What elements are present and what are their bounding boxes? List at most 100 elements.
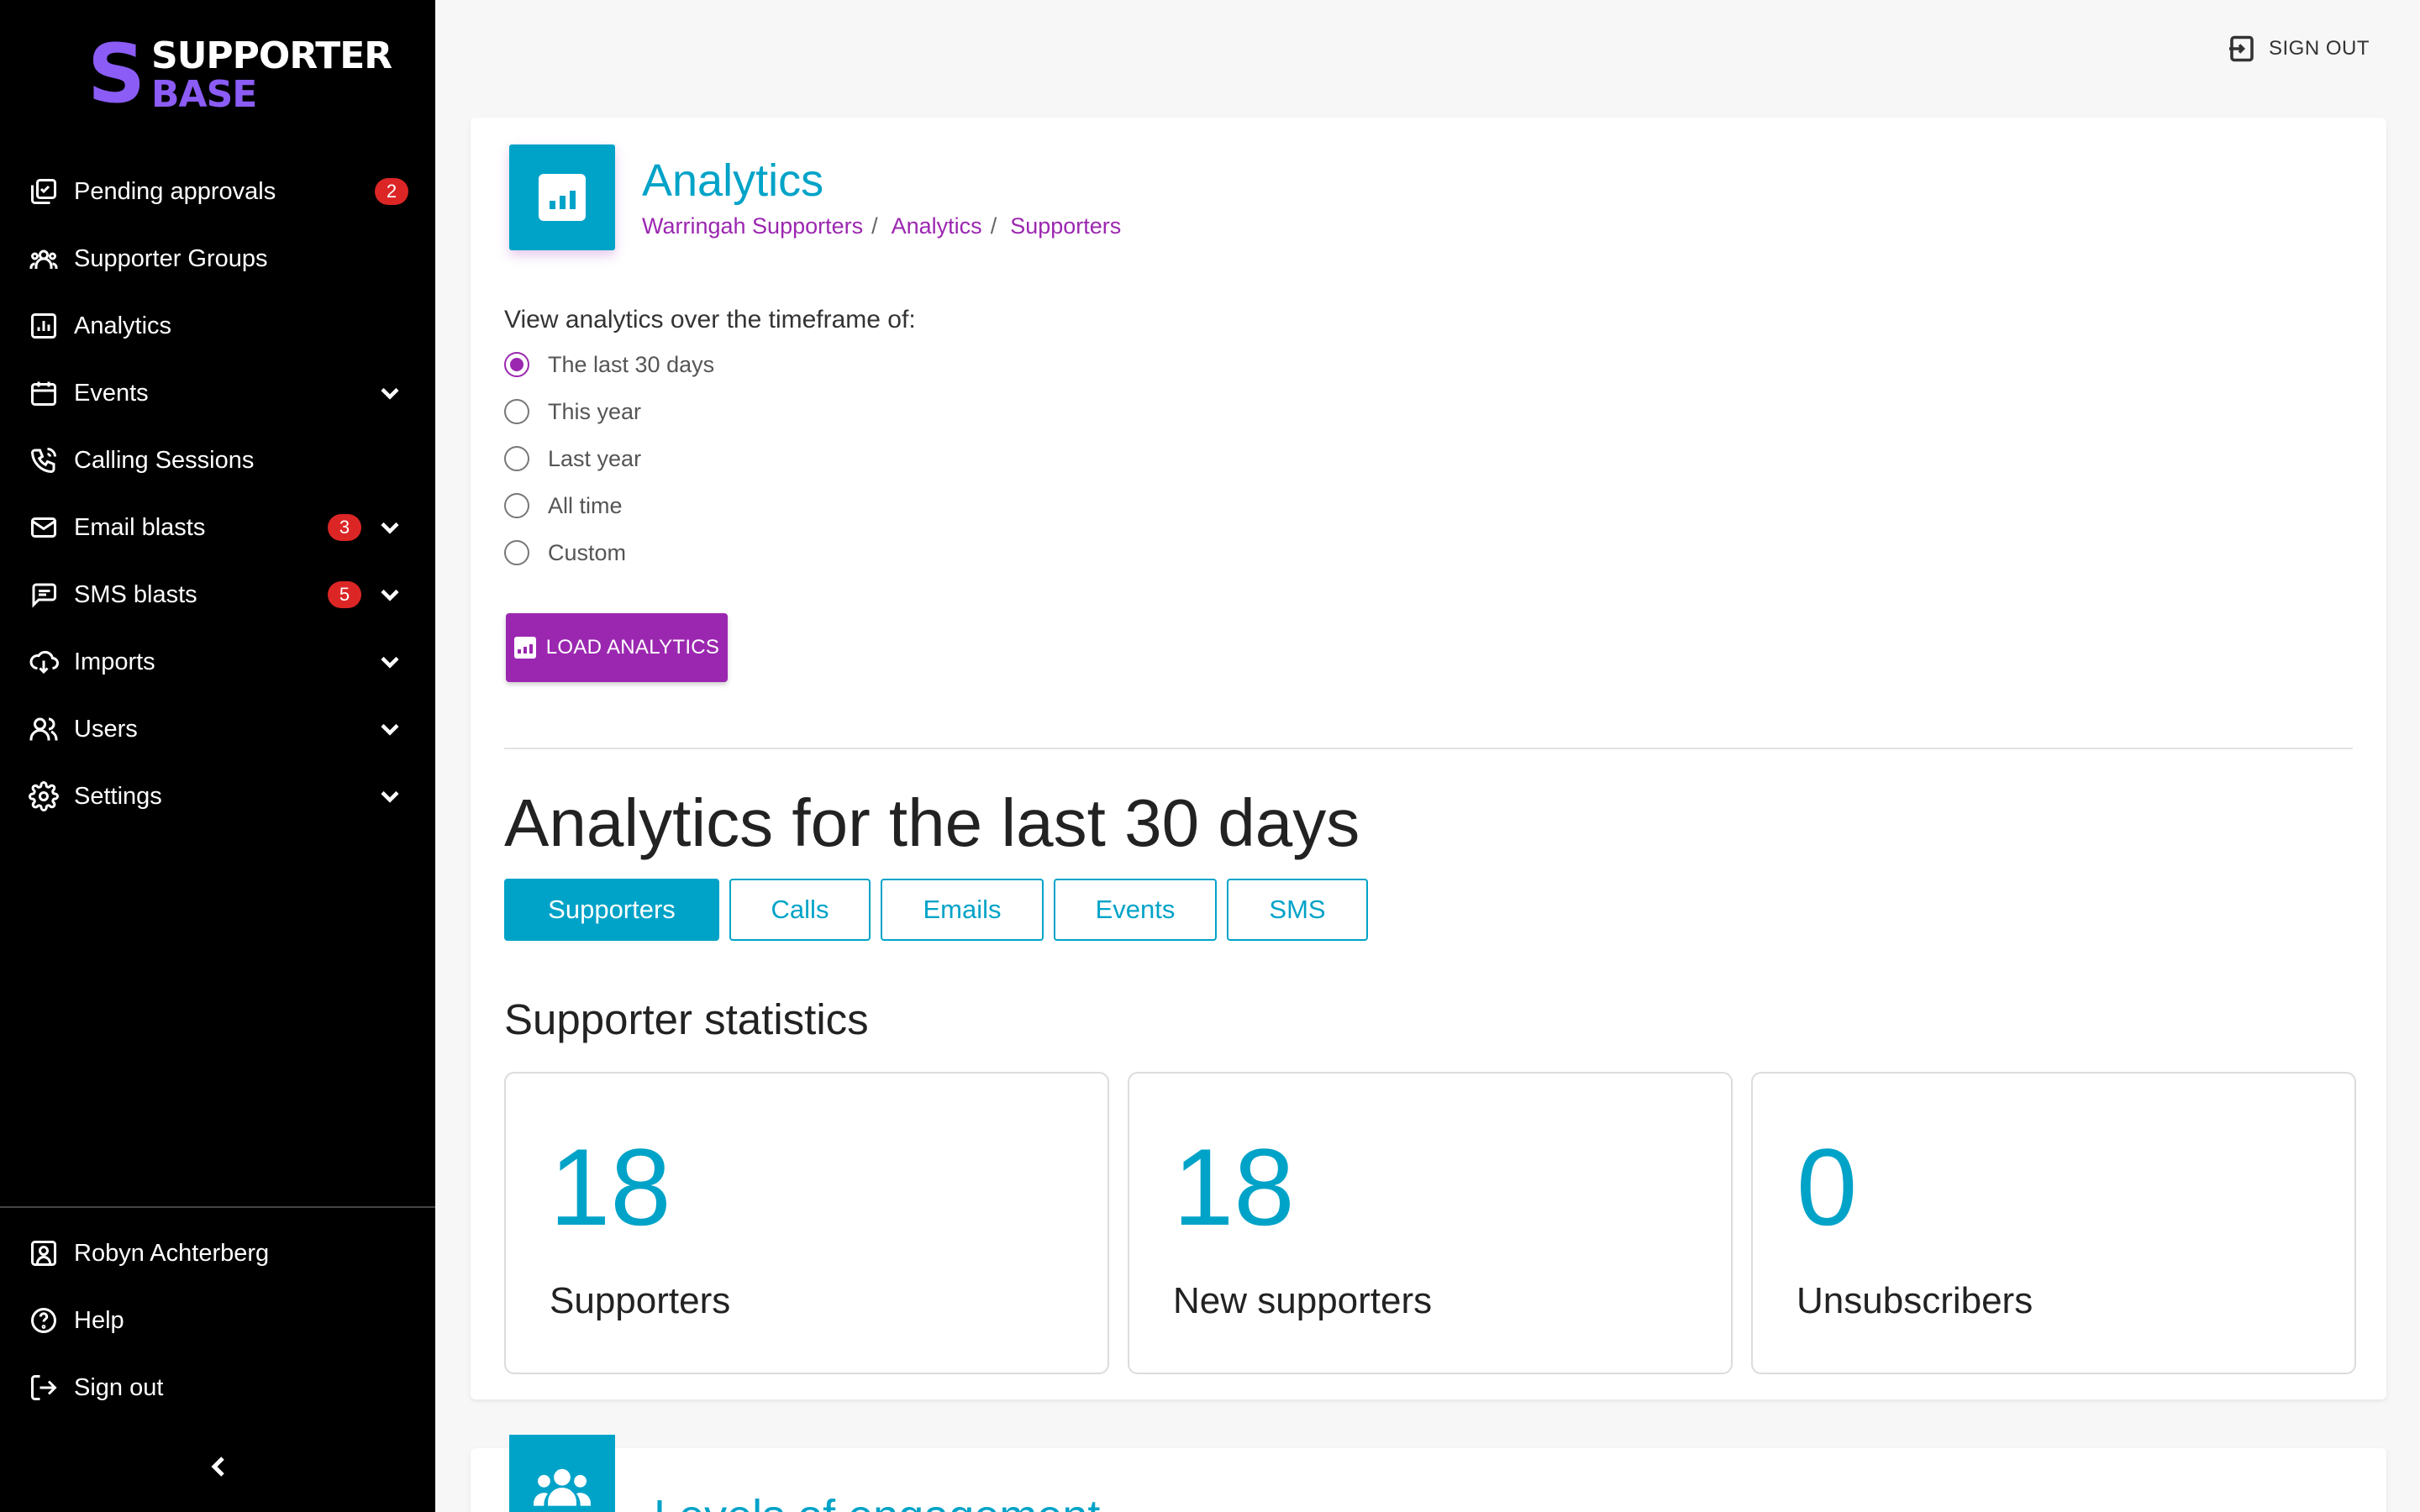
timeframe-option-all-time[interactable]: All time xyxy=(504,482,714,529)
timeframe-option-last-year[interactable]: Last year xyxy=(504,435,714,482)
phone-icon xyxy=(27,444,60,477)
engagement-title: Levels of engagement xyxy=(654,1490,1100,1512)
page-title: Analytics xyxy=(642,155,824,206)
sidebar-item-profile[interactable]: Robyn Achterberg xyxy=(0,1220,435,1287)
stat-card-unsubscribers: 0 Unsubscribers xyxy=(1751,1072,2356,1374)
timeframe-label: View analytics over the timeframe of: xyxy=(504,306,916,333)
sidebar-item-sms-blasts[interactable]: SMS blasts 5 xyxy=(0,561,435,628)
sidebar-nav: Pending approvals 2 Supporter Groups Ana… xyxy=(0,158,435,830)
approvals-icon xyxy=(27,175,60,208)
radio-unselected[interactable] xyxy=(504,493,529,518)
sidebar-item-calling-sessions[interactable]: Calling Sessions xyxy=(0,427,435,494)
section-title: Supporter statistics xyxy=(504,995,869,1043)
header-sign-out-label: SIGN OUT xyxy=(2268,37,2370,60)
gear-icon xyxy=(27,780,60,813)
mail-icon xyxy=(27,511,60,544)
stat-value: 18 xyxy=(550,1126,671,1248)
sidebar-item-label: Email blasts xyxy=(74,513,206,541)
chevron-down-icon[interactable] xyxy=(375,378,405,408)
chevron-down-icon[interactable] xyxy=(375,647,405,677)
chevron-down-icon[interactable] xyxy=(375,781,405,811)
analytics-icon xyxy=(27,309,60,343)
timeframe-option-custom[interactable]: Custom xyxy=(504,529,714,576)
radio-unselected[interactable] xyxy=(504,446,529,471)
tab-sms[interactable]: SMS xyxy=(1227,879,1368,941)
sidebar-item-label: Settings xyxy=(74,782,162,810)
sign-in-icon xyxy=(2228,35,2254,62)
divider xyxy=(504,748,2353,749)
sidebar-bottom-nav: Robyn Achterberg Help Sign out xyxy=(0,1220,435,1421)
header-sign-out-button[interactable]: SIGN OUT xyxy=(2227,34,2370,64)
tab-emails[interactable]: Emails xyxy=(881,879,1044,941)
sidebar-item-label: SMS blasts xyxy=(74,580,197,608)
sidebar-item-users[interactable]: Users xyxy=(0,696,435,763)
stat-card-new-supporters: 18 New supporters xyxy=(1128,1072,1733,1374)
stats-row: 18 Supporters 18 New supporters 0 Unsubs… xyxy=(504,1072,2356,1374)
sidebar-item-label: Sign out xyxy=(74,1373,164,1401)
collapse-sidebar-icon[interactable] xyxy=(202,1450,235,1483)
chevron-down-icon[interactable] xyxy=(375,714,405,744)
analytics-tabs: Supporters Calls Emails Events SMS xyxy=(504,879,1368,941)
load-analytics-button[interactable]: LOAD ANALYTICS xyxy=(506,613,728,682)
tab-calls[interactable]: Calls xyxy=(729,879,871,941)
stat-card-supporters: 18 Supporters xyxy=(504,1072,1109,1374)
breadcrumb-link-analytics[interactable]: Analytics xyxy=(892,213,982,239)
stat-label: New supporters xyxy=(1173,1280,1433,1321)
analytics-header-icon xyxy=(509,144,615,250)
sidebar-item-pending-approvals[interactable]: Pending approvals 2 xyxy=(0,158,435,225)
load-analytics-label: LOAD ANALYTICS xyxy=(545,636,720,659)
email-count-badge: 3 xyxy=(328,514,361,541)
user-card-icon xyxy=(27,1236,60,1270)
breadcrumb-link-org[interactable]: Warringah Supporters xyxy=(642,213,863,239)
calendar-icon xyxy=(27,376,60,410)
breadcrumb-link-supporters[interactable]: Supporters xyxy=(1010,213,1121,239)
sidebar-item-supporter-groups[interactable]: Supporter Groups xyxy=(0,225,435,292)
analytics-heading: Analytics for the last 30 days xyxy=(504,785,1360,860)
pending-count-badge: 2 xyxy=(375,178,408,205)
breadcrumb-separator: / xyxy=(990,213,997,239)
stat-value: 18 xyxy=(1173,1126,1295,1248)
chevron-down-icon[interactable] xyxy=(375,580,405,610)
timeframe-option-last-30-days[interactable]: The last 30 days xyxy=(504,341,714,388)
timeframe-option-this-year[interactable]: This year xyxy=(504,388,714,435)
stat-label: Supporters xyxy=(550,1280,731,1321)
tab-events[interactable]: Events xyxy=(1054,879,1217,941)
radio-unselected[interactable] xyxy=(504,399,529,424)
user-name: Robyn Achterberg xyxy=(74,1239,270,1267)
timeframe-option-label: Last year xyxy=(548,445,642,471)
timeframe-option-label: All time xyxy=(548,492,623,518)
tab-supporters[interactable]: Supporters xyxy=(504,879,719,941)
sidebar-item-imports[interactable]: Imports xyxy=(0,628,435,696)
sidebar-item-label: Help xyxy=(74,1306,124,1334)
sidebar-item-help[interactable]: Help xyxy=(0,1287,435,1354)
stat-label: Unsubscribers xyxy=(1797,1280,2033,1321)
groups-icon xyxy=(509,1435,615,1512)
sidebar: S SUPPORTER BASE Pending approvals 2 Sup… xyxy=(0,0,435,1512)
sidebar-item-label: Events xyxy=(74,379,149,407)
timeframe-option-label: This year xyxy=(548,398,642,424)
sidebar-item-email-blasts[interactable]: Email blasts 3 xyxy=(0,494,435,561)
sidebar-item-label: Calling Sessions xyxy=(74,446,255,474)
chevron-down-icon[interactable] xyxy=(375,512,405,543)
users-icon xyxy=(27,712,60,746)
sms-count-badge: 5 xyxy=(328,581,361,608)
stat-value: 0 xyxy=(1797,1126,1858,1248)
groups-icon xyxy=(27,242,60,276)
sidebar-item-settings[interactable]: Settings xyxy=(0,763,435,830)
radio-selected[interactable] xyxy=(504,352,529,377)
timeframe-radio-group: The last 30 days This year Last year All… xyxy=(504,341,714,576)
sidebar-item-analytics[interactable]: Analytics xyxy=(0,292,435,360)
sidebar-item-label: Supporter Groups xyxy=(74,244,268,272)
sidebar-item-sign-out[interactable]: Sign out xyxy=(0,1354,435,1421)
breadcrumb-separator: / xyxy=(871,213,878,239)
logo-s-mark: S xyxy=(87,27,146,121)
sidebar-item-label: Pending approvals xyxy=(74,177,276,205)
sidebar-item-label: Analytics xyxy=(74,312,172,339)
sidebar-divider xyxy=(0,1206,435,1208)
engagement-card: Levels of engagement xyxy=(471,1435,2386,1512)
logo-text-line1: SUPPORTER xyxy=(151,34,392,77)
radio-unselected[interactable] xyxy=(504,540,529,565)
sidebar-item-events[interactable]: Events xyxy=(0,360,435,427)
supporter-base-logo[interactable]: S SUPPORTER BASE xyxy=(87,27,392,121)
help-icon xyxy=(27,1304,60,1337)
